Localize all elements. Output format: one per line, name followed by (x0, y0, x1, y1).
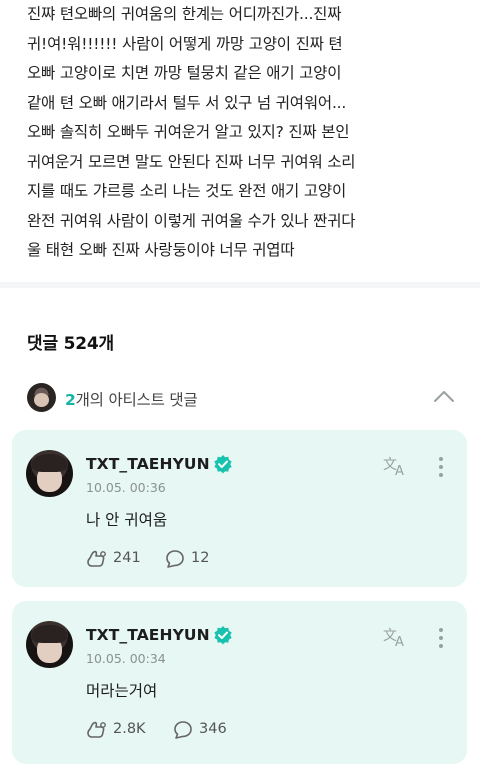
like-button[interactable]: 2.8K (86, 719, 156, 741)
artist-avatar (27, 383, 56, 412)
translate-icon[interactable]: 文 A (382, 454, 410, 478)
artist-comments-toggle[interactable]: 2개의 아티스트 댓글 (27, 383, 457, 415)
svg-text:A: A (395, 464, 404, 478)
like-button[interactable]: 241 (86, 548, 156, 570)
svg-text:A: A (395, 635, 404, 649)
like-icon (87, 721, 106, 738)
reply-count: 12 (191, 550, 210, 566)
avatar[interactable] (26, 621, 73, 668)
artist-comment-card[interactable]: TXT_TAEHYUN 10.05. 00:36 나 안 귀여움 文 A 241… (12, 430, 467, 587)
comment-date: 10.05. 00:34 (86, 651, 166, 666)
artist-comment-card[interactable]: TXT_TAEHYUN 10.05. 00:34 머라는거여 文 A 2.8K … (12, 601, 467, 764)
reply-button[interactable]: 346 (172, 719, 232, 741)
translate-icon[interactable]: 文 A (382, 625, 410, 649)
comment-date: 10.05. 00:36 (86, 480, 166, 495)
avatar[interactable] (26, 450, 73, 497)
reply-bubble-icon (174, 721, 192, 739)
commenter-name[interactable]: TXT_TAEHYUN (86, 626, 210, 644)
verified-badge-icon (214, 626, 232, 645)
reply-button[interactable]: 12 (164, 548, 224, 570)
artist-comments-label: 2개의 아티스트 댓글 (65, 388, 198, 410)
artist-comments-label-text: 개의 아티스트 댓글 (75, 391, 198, 409)
reply-bubble-icon (166, 550, 184, 568)
comment-text: 나 안 귀여움 (86, 511, 168, 529)
artist-comments-count: 2 (65, 391, 76, 409)
like-icon (87, 550, 106, 567)
verified-badge-icon (214, 455, 232, 474)
comments-count-header: 댓글 524개 (27, 334, 114, 354)
chevron-up-icon[interactable] (433, 389, 455, 403)
like-count: 2.8K (113, 721, 146, 737)
comment-text: 머라는거여 (86, 682, 158, 700)
section-divider (0, 282, 480, 288)
reply-count: 346 (199, 721, 227, 737)
commenter-name[interactable]: TXT_TAEHYUN (86, 455, 210, 473)
post-body-text: 진쨔 텬오빠의 귀여움의 한계는 어디까진가...진짜 귀!여!워!!!!!! … (27, 5, 356, 259)
like-count: 241 (113, 550, 141, 566)
more-vertical-icon[interactable] (437, 456, 445, 480)
more-vertical-icon[interactable] (437, 627, 445, 651)
